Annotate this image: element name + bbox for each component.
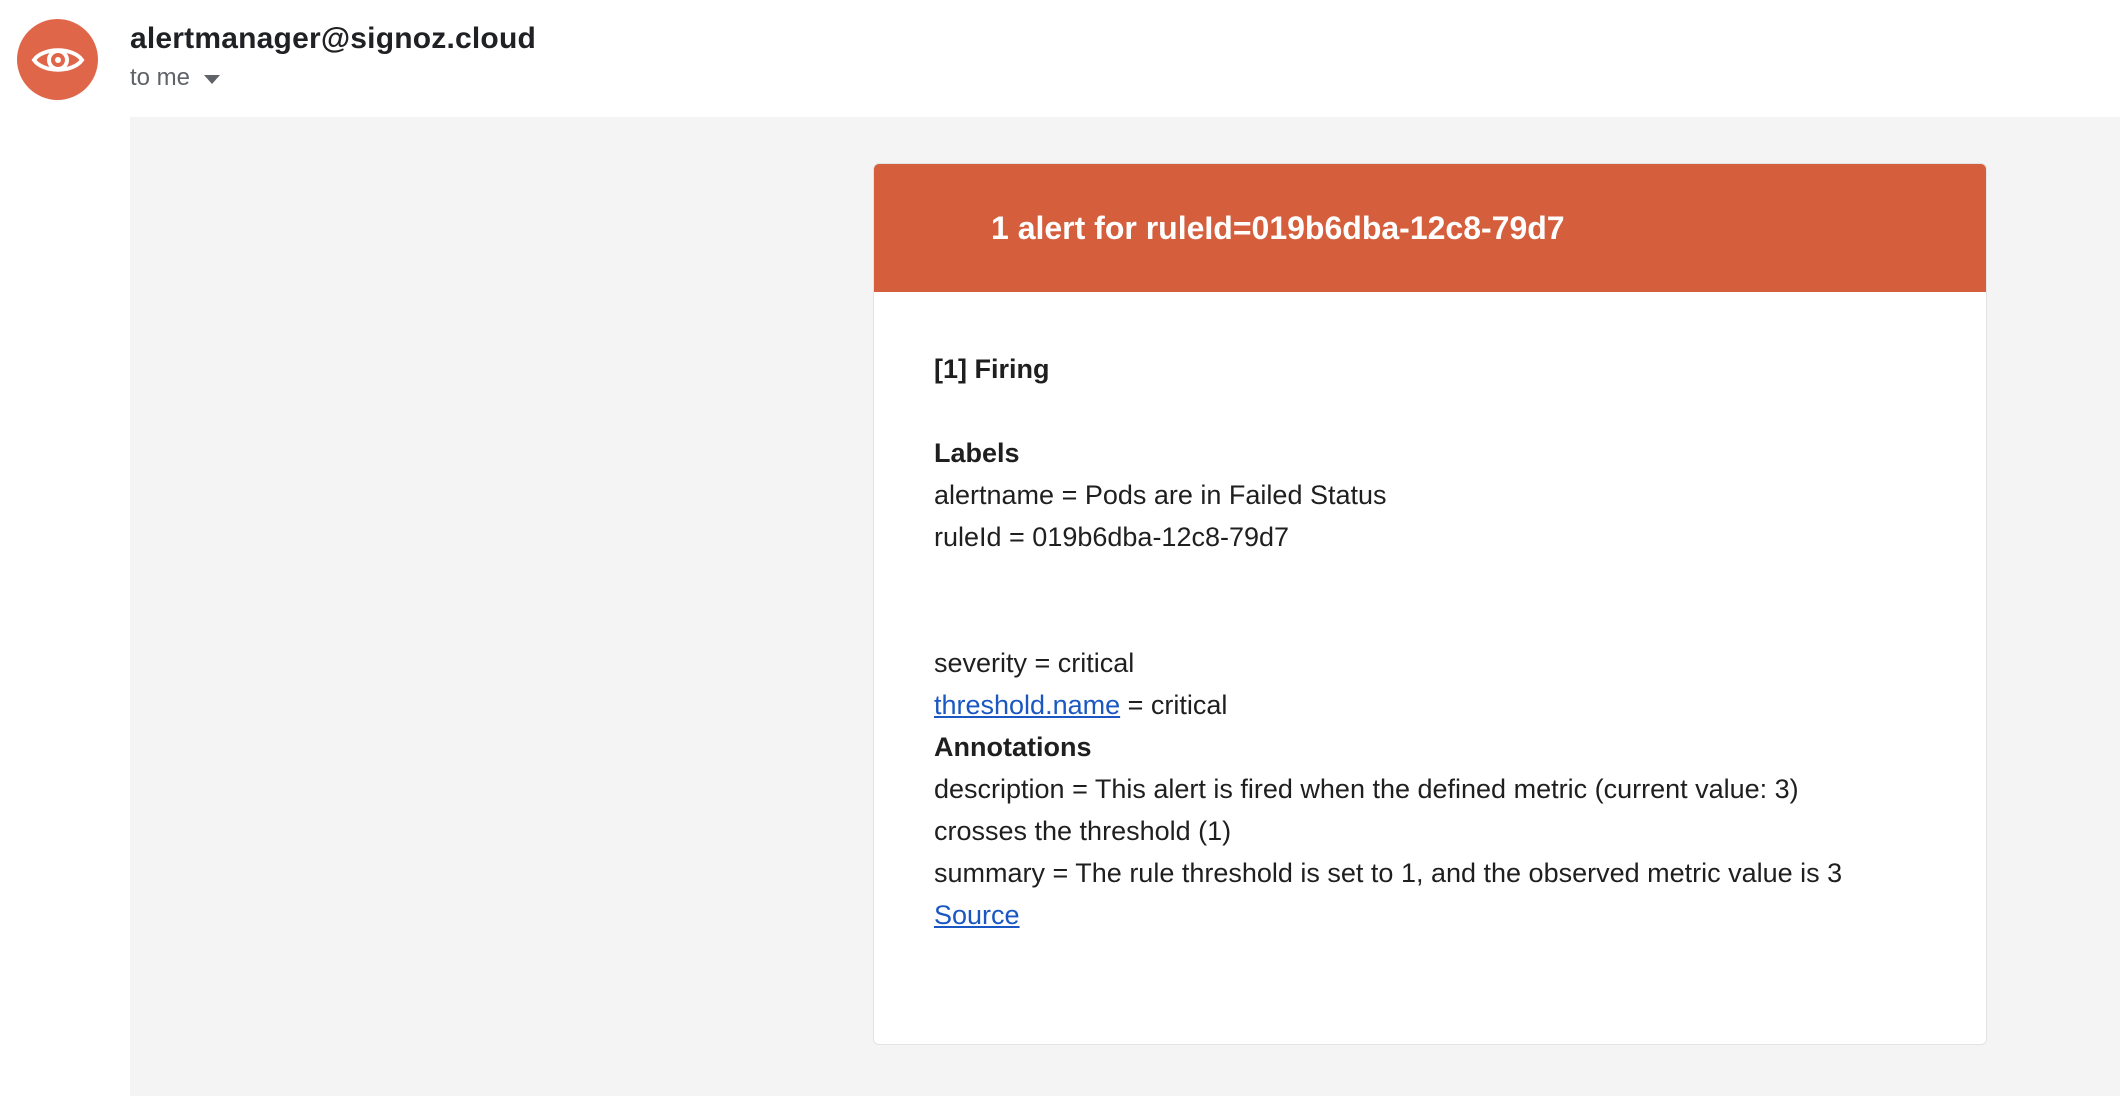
recipient-label: to me: [130, 64, 191, 91]
recipient-details-toggle[interactable]: to me: [130, 64, 221, 92]
labels-heading: Labels: [934, 438, 1020, 468]
label-threshold: threshold.name = critical: [934, 684, 1926, 726]
annotations-heading: Annotations: [934, 732, 1092, 762]
alert-status: [1] Firing: [934, 354, 1050, 384]
annotation-summary: summary = The rule threshold is set to 1…: [934, 858, 1843, 888]
alert-title: 1 alert for ruleId=019b6dba-12c8-79d7: [991, 209, 1565, 246]
sender-avatar: [17, 19, 98, 100]
chevron-down-icon[interactable]: [204, 75, 221, 84]
eye-icon: [31, 47, 84, 72]
label-ruleid: ruleId = 019b6dba-12c8-79d7: [934, 522, 1290, 552]
alert-card-header: 1 alert for ruleId=019b6dba-12c8-79d7: [874, 164, 1986, 292]
annotation-description-line2: crosses the threshold (1): [934, 816, 1232, 846]
sender-address: alertmanager@signoz.cloud: [130, 22, 537, 55]
label-severity: severity = critical: [934, 648, 1135, 678]
alert-card-body: [1] Firing Labels alertname = Pods are i…: [874, 292, 1986, 936]
annotation-description-line1: description = This alert is fired when t…: [934, 774, 1799, 804]
label-alertname: alertname = Pods are in Failed Status: [934, 480, 1387, 510]
threshold-name-link[interactable]: threshold.name: [934, 690, 1120, 720]
alert-card: 1 alert for ruleId=019b6dba-12c8-79d7 [1…: [873, 163, 1987, 1045]
threshold-value: = critical: [1120, 690, 1228, 720]
source-link[interactable]: Source: [934, 900, 1020, 930]
